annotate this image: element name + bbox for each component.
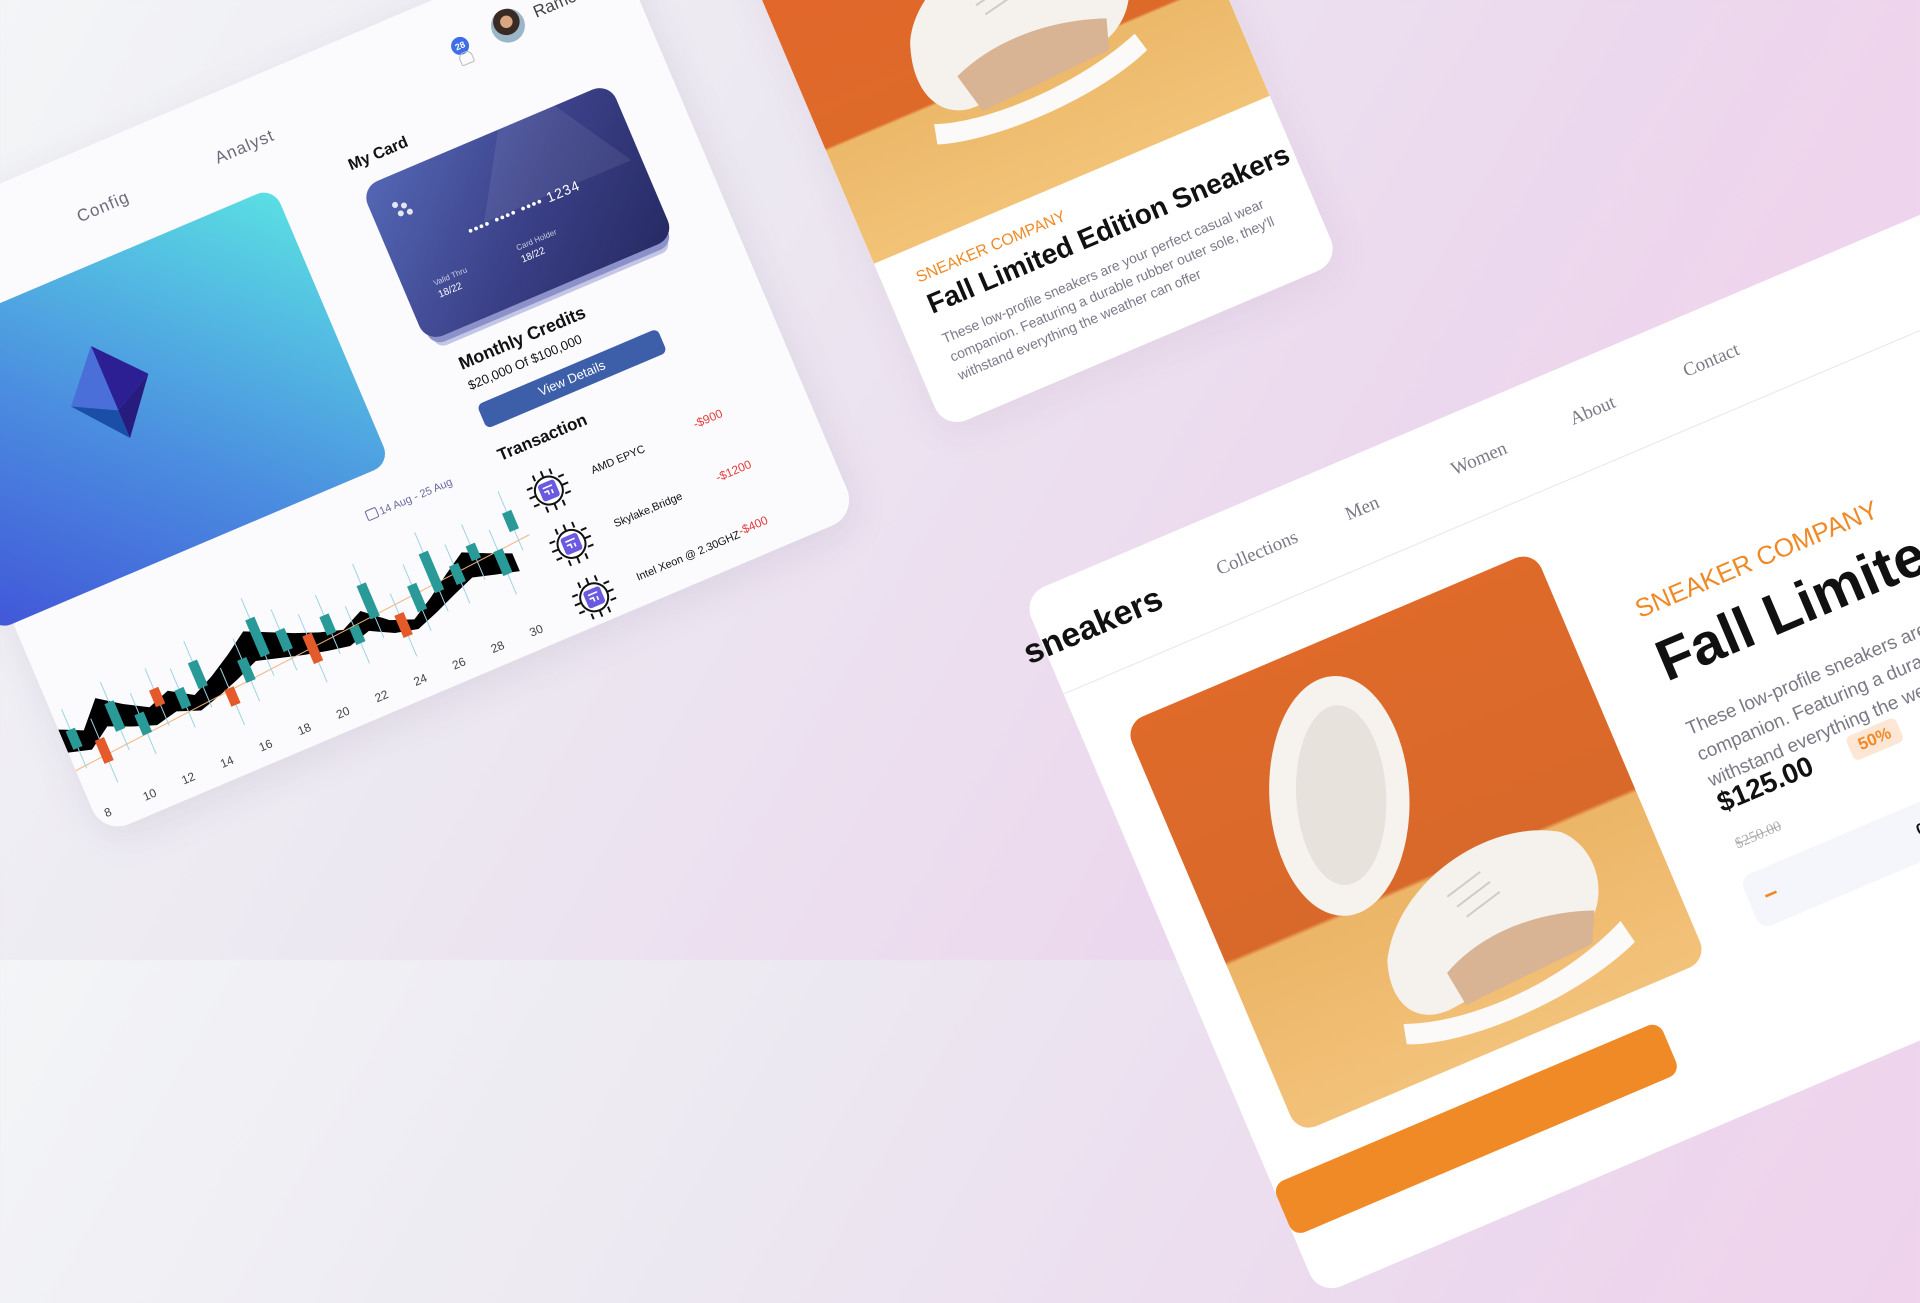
- x-tick-label: 26: [450, 654, 468, 672]
- transaction-amount: -$900: [690, 406, 725, 432]
- x-tick-label: 16: [257, 736, 275, 754]
- x-tick-label: 8: [102, 805, 114, 821]
- nav-women[interactable]: Women: [1448, 438, 1511, 481]
- nav-analyst[interactable]: Analyst: [212, 126, 278, 169]
- x-tick-label: 22: [373, 687, 391, 705]
- cpu-icon: [541, 514, 601, 574]
- my-card-title: My Card: [345, 133, 411, 175]
- transaction-amount: -$1200: [713, 457, 754, 485]
- quantity-value: 0: [1913, 820, 1920, 840]
- x-tick-label: 18: [295, 720, 313, 738]
- candle: [224, 686, 241, 707]
- nav-config[interactable]: Config: [74, 187, 133, 227]
- nav-collections[interactable]: Collections: [1213, 527, 1301, 581]
- credit-card[interactable]: •••• •••• •••• 1234 Valid Thru 18/22 Car…: [360, 82, 675, 343]
- sneaker-card[interactable]: SNEAKER COMPANY Fall Limited Edition Sne…: [745, 0, 1341, 430]
- x-tick-label: 12: [179, 769, 197, 787]
- candle: [502, 509, 520, 533]
- nav-about[interactable]: About: [1567, 392, 1619, 431]
- x-tick-label: 30: [527, 621, 545, 639]
- original-price: $250.00: [1732, 818, 1784, 853]
- x-tick-label: 14: [218, 753, 236, 771]
- transaction-name: Skylake,Bridge: [612, 490, 685, 531]
- minus-icon[interactable]: −: [1759, 879, 1783, 910]
- x-tick-label: 24: [411, 671, 429, 689]
- transaction-amount: -$400: [736, 513, 770, 538]
- nav-contact[interactable]: Contact: [1680, 339, 1743, 382]
- cpu-icon: [519, 460, 579, 520]
- avatar[interactable]: [485, 3, 531, 48]
- ethereum-icon: [71, 345, 149, 439]
- candle: [418, 550, 445, 594]
- user-name: Ramon: [530, 0, 589, 22]
- nav-men[interactable]: Men: [1342, 492, 1383, 526]
- x-tick-label: 28: [489, 638, 507, 656]
- x-tick-label: 10: [141, 786, 159, 804]
- cpu-icon: [564, 567, 624, 627]
- candle: [187, 659, 208, 690]
- card-logo-icon: [391, 196, 415, 220]
- x-tick-label: 20: [334, 703, 352, 721]
- candle: [407, 582, 428, 613]
- dashboard-panel: min Config Analyst 28 Ramon My Card ••••…: [0, 0, 858, 836]
- transaction-name: AMD EPYC: [589, 443, 647, 477]
